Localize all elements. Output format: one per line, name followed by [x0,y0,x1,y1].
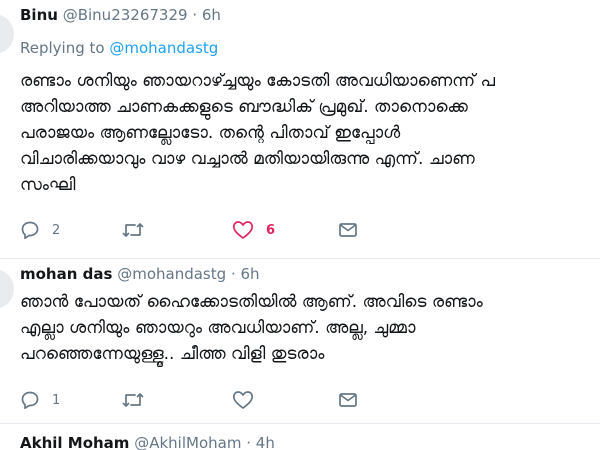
separator-dot: · [230,265,236,283]
tweet-text-line: എല്ലാ ശനിയും ഞായറും അവധിയാണ്. അല്ല, ചുമ്… [20,318,416,338]
reply-button[interactable]: 1 [20,388,60,412]
avatar[interactable] [0,14,14,54]
reply-count: 2 [52,222,61,238]
tweet-text-line: പരാജയം ആണല്ലോടോ. തന്റെ പിതാവ് ഇപ്പോൾ [20,123,401,143]
tweet-akhil-moham[interactable]: Akhil Moham @AkhilMoham · 4h [0,424,600,450]
direct-message-icon [339,223,357,237]
like-count: 6 [266,222,276,238]
reply-icon [21,221,39,240]
separator-dot: · [192,6,198,24]
tweet-text-line: പറഞ്ഞെന്നേയുള്ളൂ.. ചീത്ത വിളി തുടരാം [20,344,325,364]
action-bar: 2 6 [20,218,420,242]
tweet-header: mohan das @mohandastg · 6h [20,265,260,283]
timestamp[interactable]: 6h [241,265,260,283]
tweet-text: രണ്ടാം ശനിയും ഞായറാഴ്ച്ചയും കോടതി അവധിയാ… [20,68,600,198]
heart-icon [232,221,254,239]
tweet-text-line: അറിയാത്ത ചാണകക്കളുടെ ബൗദ്ധിക് പ്രമുഖ്. ത… [20,97,468,117]
tweet-text-line: സംഘി [20,175,76,195]
direct-message-icon [339,393,357,407]
replying-to-label: Replying to [20,39,105,57]
author-name[interactable]: Binu [20,6,58,24]
author-handle[interactable]: @mohandastg [117,265,226,283]
author-handle[interactable]: @AkhilMoham [134,434,241,450]
like-button[interactable]: 6 [232,218,275,242]
tweet-binu[interactable]: Binu @Binu23267329 · 6h Replying to @moh… [0,0,600,258]
action-bar: 1 [20,388,420,412]
tweet-header: Binu @Binu23267329 · 6h [20,6,221,24]
retweet-button[interactable] [122,388,156,412]
tweet-text-line: ഞാൻ പോയത് ഹൈക്കോടതിയിൽ ആണ്. അവിടെ രണ്ടാം [20,292,483,312]
tweet-header: Akhil Moham @AkhilMoham · 4h [20,434,275,450]
retweet-icon [122,223,144,237]
message-button[interactable] [338,218,358,242]
like-button[interactable] [232,388,266,412]
timestamp[interactable]: 4h [256,434,275,450]
reply-button[interactable]: 2 [20,218,60,242]
avatar[interactable] [0,269,14,309]
retweet-button[interactable] [122,218,156,242]
reply-icon [21,391,39,410]
tweet-text: ഞാൻ പോയത് ഹൈക്കോടതിയിൽ ആണ്. അവിടെ രണ്ടാം… [20,289,600,367]
replying-to: Replying to @mohandastg [20,39,218,57]
separator-dot: · [246,434,252,450]
author-name[interactable]: mohan das [20,265,112,283]
author-name[interactable]: Akhil Moham [20,434,129,450]
tweet-mohan-das[interactable]: mohan das @mohandastg · 6h ഞാൻ പോയത് ഹൈക… [0,259,600,423]
tweet-text-line: വിചാരിക്കയാവും വാഴ വച്ചാൽ മതിയായിരുന്നു … [20,149,475,169]
author-handle[interactable]: @Binu23267329 [63,6,188,24]
reply-count: 1 [52,392,61,408]
timestamp[interactable]: 6h [202,6,221,24]
replying-to-link[interactable]: @mohandastg [109,39,218,57]
tweet-text-line: രണ്ടാം ശനിയും ഞായറാഴ്ച്ചയും കോടതി അവധിയാ… [20,71,496,91]
heart-icon [232,391,254,409]
retweet-icon [122,393,144,407]
message-button[interactable] [338,388,358,412]
